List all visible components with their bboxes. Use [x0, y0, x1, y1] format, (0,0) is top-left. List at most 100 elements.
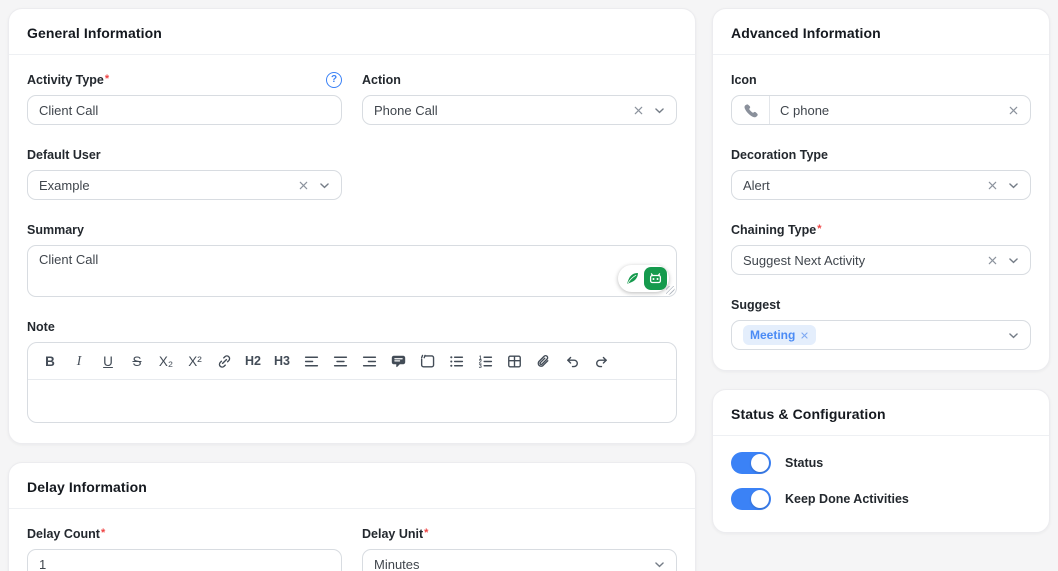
delay-information-card: Delay Information Delay Count* Delay Uni… [8, 462, 696, 571]
subscript-icon[interactable]: X₂ [155, 351, 177, 371]
align-left-icon[interactable] [300, 351, 322, 371]
clear-icon[interactable] [296, 178, 311, 193]
chevron-down-icon[interactable] [1006, 253, 1021, 268]
left-column: General Information Activity Type* ? Act… [8, 8, 696, 571]
clear-icon[interactable] [985, 178, 1000, 193]
chevron-down-icon[interactable] [317, 178, 332, 193]
chevron-down-icon[interactable] [1006, 178, 1021, 193]
card-header: Status & Configuration [713, 390, 1049, 436]
suggest-field: Suggest Meeting [731, 296, 1031, 350]
suggest-multiselect[interactable]: Meeting [731, 320, 1031, 350]
card-body: Delay Count* Delay Unit* Minutes [9, 509, 695, 571]
attachment-icon[interactable] [532, 351, 554, 371]
quill-icon [625, 271, 640, 286]
ordered-list-icon[interactable]: 123 [474, 351, 496, 371]
code-block-icon[interactable] [416, 351, 438, 371]
delay-unit-field: Delay Unit* Minutes [362, 525, 677, 571]
default-user-select-value: Example [39, 178, 296, 193]
action-field: Action Phone Call [362, 71, 677, 144]
required-asterisk: * [817, 223, 821, 235]
bold-icon[interactable]: B [39, 351, 61, 371]
right-column: Advanced Information Icon [712, 8, 1050, 571]
card-title: Delay Information [27, 479, 677, 495]
activity-type-field: Activity Type* ? [27, 71, 342, 125]
note-toolbar: BIUS X₂ X² H2 H3 123 [28, 343, 676, 380]
undo-icon[interactable] [561, 351, 583, 371]
underline-icon[interactable]: U [97, 351, 119, 371]
action-select-value: Phone Call [374, 103, 631, 118]
default-user-select[interactable]: Example [27, 170, 342, 200]
note-editor-content[interactable] [28, 380, 676, 422]
superscript-icon[interactable]: X² [184, 351, 206, 371]
decoration-type-field: Decoration Type Alert [731, 146, 1031, 200]
keep-done-activities-toggle[interactable] [731, 488, 771, 510]
phone-icon [732, 96, 770, 124]
clear-icon[interactable] [1006, 103, 1021, 118]
decoration-type-label: Decoration Type [731, 148, 828, 162]
svg-text:3: 3 [478, 363, 481, 369]
required-asterisk: * [101, 527, 105, 539]
icon-input-group [731, 95, 1031, 125]
summary-textarea[interactable]: Client Call [27, 245, 677, 297]
icon-input[interactable] [770, 96, 1006, 124]
summary-field: Summary Client Call [27, 221, 677, 297]
align-right-icon[interactable] [358, 351, 380, 371]
redo-icon[interactable] [590, 351, 612, 371]
resize-handle[interactable] [666, 286, 675, 295]
heading-2-icon[interactable]: H2 [242, 351, 264, 371]
chevron-down-icon[interactable] [652, 103, 667, 118]
card-header: Advanced Information [713, 9, 1049, 55]
bullet-list-icon[interactable] [445, 351, 467, 371]
icon-field: Icon [731, 71, 1031, 125]
ai-robot-icon[interactable] [644, 267, 667, 290]
italic-icon[interactable]: I [68, 351, 90, 371]
status-toggle-label: Status [785, 456, 823, 470]
status-configuration-card: Status & Configuration Status Keep Done … [712, 389, 1050, 533]
card-body: Activity Type* ? Action Phone Call [9, 55, 695, 443]
icon-label: Icon [731, 73, 757, 87]
advanced-information-card: Advanced Information Icon [712, 8, 1050, 371]
chevron-down-icon[interactable] [652, 557, 667, 571]
summary-label: Summary [27, 223, 84, 237]
chaining-type-select[interactable]: Suggest Next Activity [731, 245, 1031, 275]
required-asterisk: * [105, 73, 109, 85]
remove-tag-icon[interactable] [800, 331, 809, 340]
card-title: Advanced Information [731, 25, 1031, 41]
chaining-type-select-value: Suggest Next Activity [743, 253, 985, 268]
activity-type-input[interactable] [27, 95, 342, 125]
card-body: Status Keep Done Activities [713, 436, 1049, 532]
table-icon[interactable] [503, 351, 525, 371]
chevron-down-icon[interactable] [1006, 328, 1021, 343]
keep-done-activities-toggle-row: Keep Done Activities [731, 488, 1031, 510]
delay-unit-select[interactable]: Minutes [362, 549, 677, 571]
summary-text: Client Call [39, 252, 98, 267]
delay-count-input[interactable] [27, 549, 342, 571]
keep-done-activities-toggle-label: Keep Done Activities [785, 492, 909, 506]
status-toggle-row: Status [731, 452, 1031, 474]
status-toggle[interactable] [731, 452, 771, 474]
strikethrough-icon[interactable]: S [126, 351, 148, 371]
activity-type-label: Activity Type* [27, 73, 109, 87]
help-icon[interactable]: ? [326, 72, 342, 88]
ai-writer-button[interactable] [618, 265, 669, 292]
chaining-type-field: Chaining Type* Suggest Next Activity [731, 221, 1031, 275]
card-header: General Information [9, 9, 695, 55]
decoration-type-select[interactable]: Alert [731, 170, 1031, 200]
default-user-field: Default User Example [27, 146, 342, 200]
note-field: Note BIUSX₂X²H2H3123 [27, 318, 677, 423]
link-icon[interactable] [213, 351, 235, 371]
clear-icon[interactable] [985, 253, 1000, 268]
comment-icon[interactable] [387, 351, 409, 371]
align-center-icon[interactable] [329, 351, 351, 371]
heading-3-icon[interactable]: H3 [271, 351, 293, 371]
delay-unit-label: Delay Unit* [362, 527, 428, 541]
required-asterisk: * [424, 527, 428, 539]
delay-count-field: Delay Count* [27, 525, 342, 571]
clear-icon[interactable] [631, 103, 646, 118]
card-title: General Information [27, 25, 677, 41]
delay-unit-select-value: Minutes [374, 557, 652, 571]
card-title: Status & Configuration [731, 406, 1031, 422]
action-select[interactable]: Phone Call [362, 95, 677, 125]
action-label: Action [362, 73, 401, 87]
default-user-label: Default User [27, 148, 101, 162]
